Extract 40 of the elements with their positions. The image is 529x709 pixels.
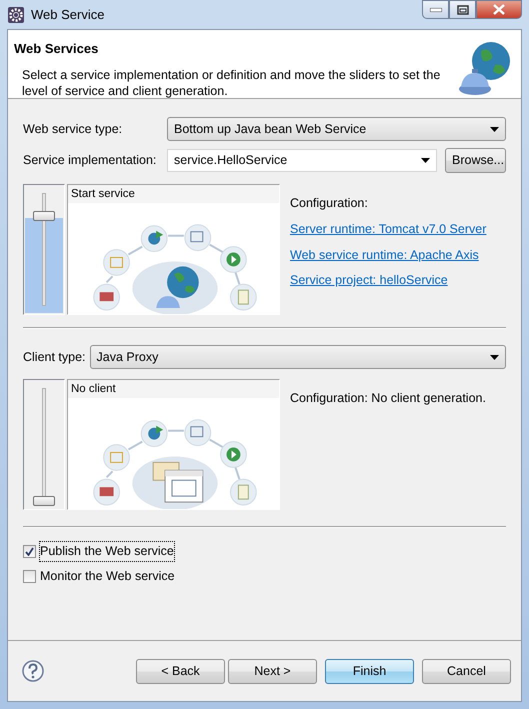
client-type-dropdown[interactable]: Java Proxy [90,345,506,369]
slider-thumb[interactable] [33,496,55,506]
client-type-label: Client type: [23,348,86,366]
level-slider[interactable] [23,184,65,315]
configuration-text: Configuration: No client generation. [290,390,486,407]
slider-thumb[interactable] [33,211,55,222]
configuration-link[interactable]: Web service runtime: Apache Axis [290,246,486,264]
close-icon [493,4,505,15]
browse-button[interactable]: Browse... [445,148,506,173]
minimize-button[interactable] [422,0,449,19]
checkbox[interactable] [23,570,36,583]
dialog-button[interactable]: Cancel [422,658,511,684]
configuration-label: Configuration: [290,195,369,212]
configuration-link[interactable]: Service project: helloService [290,271,486,290]
web-service-type-dropdown[interactable]: Bottom up Java bean Web Service [167,117,506,141]
dialog-button[interactable]: < Back [136,658,225,684]
dropdown-arrow-icon [490,126,499,132]
help-icon[interactable] [22,660,44,682]
page-description: Select a service implementation or definition and move the sliders to set the level of service and client generation. [22,66,442,98]
stage-label: Start service [68,185,279,203]
configuration-link[interactable]: Server runtime: Tomcat v7.0 Server [290,220,486,238]
checkbox-label[interactable]: Monitor the Web service [40,566,175,586]
app-gear-icon [7,6,25,24]
dialog-button[interactable]: Next > [228,658,317,684]
window-title: Web Service [31,6,104,24]
maximize-icon [456,4,468,14]
page-title: Web Services [14,40,100,58]
web-service-type-label: Web service type: [23,120,124,138]
close-button[interactable] [476,0,522,19]
dropdown-arrow-icon [490,354,499,360]
minimize-icon [430,8,442,12]
service-implementation-label: Service implementation: [23,152,158,170]
maximize-button[interactable] [449,0,476,19]
checkbox-label[interactable]: Publish the Web service [40,542,174,561]
level-slider[interactable] [23,379,65,510]
checkbox[interactable] [23,544,36,558]
dialog-button[interactable]: Finish [325,658,414,684]
service-implementation-combo[interactable]: service.HelloService [167,149,437,172]
dropdown-arrow-icon [421,158,430,163]
stage-label: No client [68,380,279,398]
